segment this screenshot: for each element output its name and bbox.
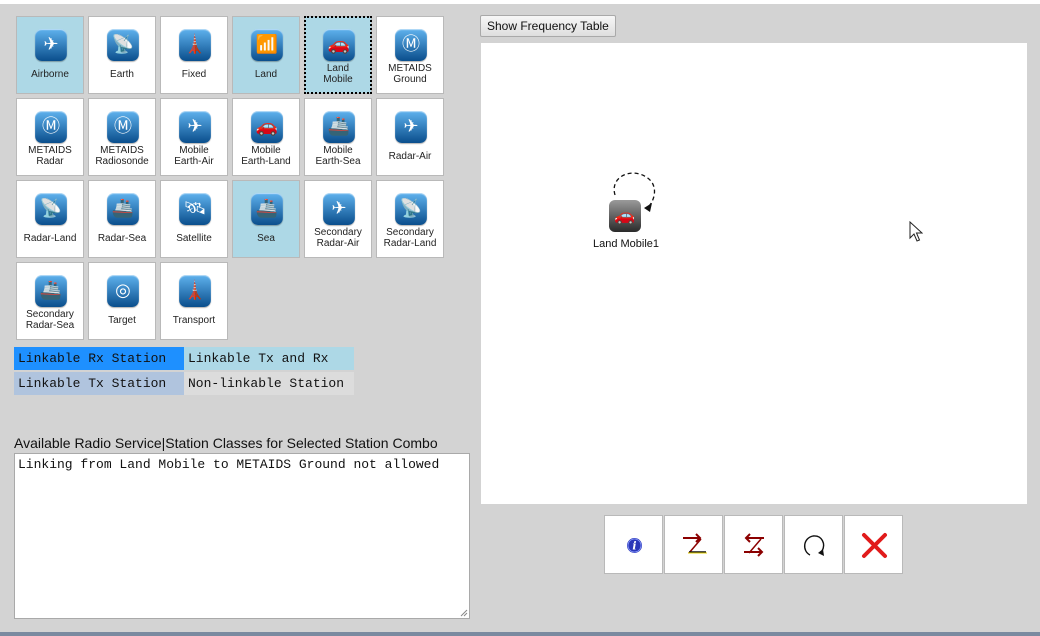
- station-node-label: Land Mobile1: [592, 238, 660, 250]
- radar-air-icon: ✈: [395, 111, 427, 143]
- station-tile-metaids-radar[interactable]: Ⓜ METAIDS Radar: [16, 98, 84, 176]
- window-top-border: [0, 0, 1040, 4]
- station-tile-label: Secondary Radar-Sea: [25, 309, 75, 331]
- satellite-dish-icon: 📡: [107, 29, 139, 61]
- metaids-ground-icon: Ⓜ: [395, 29, 427, 61]
- station-tile-label: Land: [254, 69, 278, 80]
- loop-arrow-icon: [804, 535, 825, 556]
- link-forward-button[interactable]: [664, 515, 723, 574]
- station-tile-mobile-earth-air[interactable]: ✈ Mobile Earth-Air: [160, 98, 228, 176]
- station-tile-label: Mobile Earth-Air: [174, 145, 214, 167]
- mobile-earth-land-icon: 🚗: [251, 111, 283, 143]
- station-tile-label: METAIDS Radar: [28, 145, 72, 167]
- secondary-radar-sea-icon: 🚢: [35, 275, 67, 307]
- window-bottom-border: [0, 632, 1040, 636]
- station-tile-label: Sea: [257, 233, 275, 244]
- station-tile-metaids-ground[interactable]: Ⓜ METAIDS Ground: [376, 16, 444, 94]
- station-tile-target[interactable]: ◎ Target: [88, 262, 156, 340]
- mobile-earth-air-icon: ✈: [179, 111, 211, 143]
- delete-button[interactable]: [844, 515, 903, 574]
- car-icon: 🚗: [323, 29, 355, 61]
- ship-icon: 🚢: [251, 193, 283, 225]
- station-tile-land[interactable]: 📶 Land: [232, 16, 300, 94]
- car-icon: 🚗: [614, 206, 636, 226]
- station-tile-metaids-radiosonde[interactable]: Ⓜ METAIDS Radiosonde: [88, 98, 156, 176]
- self-link-button[interactable]: [784, 515, 843, 574]
- station-tile-secondary-radar-land[interactable]: 📡 Secondary Radar-Land: [376, 180, 444, 258]
- station-tile-mobile-earth-sea[interactable]: 🚢 Mobile Earth-Sea: [304, 98, 372, 176]
- legend-linkable-rx: Linkable Rx Station: [14, 347, 184, 370]
- link-reverse-button[interactable]: [724, 515, 783, 574]
- station-tile-radar-air[interactable]: ✈ Radar-Air: [376, 98, 444, 176]
- legend-non-linkable: Non-linkable Station: [184, 372, 354, 395]
- link-reverse-icon: [744, 533, 764, 557]
- mouse-cursor-icon: [909, 221, 923, 242]
- info-title: Available Radio Service|Station Classes …: [14, 435, 438, 451]
- station-tile-secondary-radar-sea[interactable]: 🚢 Secondary Radar-Sea: [16, 262, 84, 340]
- station-tile-label: Mobile Earth-Sea: [315, 145, 361, 167]
- secondary-radar-land-icon: 📡: [395, 193, 427, 225]
- show-frequency-table-button[interactable]: Show Frequency Table: [480, 15, 616, 37]
- svg-text:i: i: [632, 540, 636, 553]
- station-type-palette: ✈ Airborne 📡 Earth 🗼 Fixed 📶 Land 🚗 Land Mobile Ⓜ ME…: [16, 16, 448, 346]
- land-antenna-icon: 📶: [251, 29, 283, 61]
- radiosonde-balloon-icon: Ⓜ: [107, 111, 139, 143]
- link-canvas[interactable]: 🚗 Land Mobile1: [481, 43, 1027, 504]
- info-button[interactable]: i: [604, 515, 663, 574]
- station-tile-label: Secondary Radar-Land: [383, 227, 437, 249]
- station-tile-airborne[interactable]: ✈ Airborne: [16, 16, 84, 94]
- resize-grip-icon[interactable]: [460, 609, 468, 617]
- station-tile-radar-land[interactable]: 📡 Radar-Land: [16, 180, 84, 258]
- station-tile-transport[interactable]: 🗼 Transport: [160, 262, 228, 340]
- station-tile-satellite[interactable]: 🛰 Satellite: [160, 180, 228, 258]
- station-tile-label: Earth: [110, 69, 134, 80]
- station-tile-label: Radar-Land: [23, 233, 77, 244]
- red-x-icon: [862, 533, 887, 558]
- station-tile-land-mobile[interactable]: 🚗 Land Mobile: [304, 16, 372, 94]
- station-tile-label: Radar-Air: [388, 151, 432, 162]
- station-tile-label: Target: [108, 315, 136, 326]
- station-tile-label: Secondary Radar-Air: [314, 227, 362, 249]
- station-tile-label: METAIDS Ground: [388, 63, 432, 85]
- station-tile-label: Satellite: [176, 233, 212, 244]
- secondary-radar-air-icon: ✈: [323, 193, 355, 225]
- info-textarea[interactable]: Linking from Land Mobile to METAIDS Grou…: [14, 453, 470, 619]
- transport-antenna-icon: 🗼: [179, 275, 211, 307]
- station-tile-label: Radar-Sea: [97, 233, 147, 244]
- station-tile-secondary-radar-air[interactable]: ✈ Secondary Radar-Air: [304, 180, 372, 258]
- antenna-tower-icon: 🗼: [179, 29, 211, 61]
- station-tile-label: Mobile Earth-Land: [241, 145, 291, 167]
- station-tile-label: Land Mobile: [323, 63, 353, 85]
- info-icon: i: [627, 538, 642, 553]
- satellite-icon: 🛰: [179, 193, 211, 225]
- airplane-icon: ✈: [35, 29, 67, 61]
- station-tile-radar-sea[interactable]: 🚢 Radar-Sea: [88, 180, 156, 258]
- station-tile-sea[interactable]: 🚢 Sea: [232, 180, 300, 258]
- radar-land-icon: 📡: [35, 193, 67, 225]
- station-node[interactable]: 🚗: [609, 200, 641, 232]
- legend-linkable-tx-rx: Linkable Tx and Rx: [184, 347, 354, 370]
- station-tile-fixed[interactable]: 🗼 Fixed: [160, 16, 228, 94]
- station-tile-earth[interactable]: 📡 Earth: [88, 16, 156, 94]
- target-icon: ◎: [107, 275, 139, 307]
- station-tile-label: Airborne: [31, 69, 69, 80]
- metaids-radar-icon: Ⓜ: [35, 111, 67, 143]
- station-tile-label: METAIDS Radiosonde: [95, 145, 149, 167]
- station-tile-label: Fixed: [181, 69, 207, 80]
- legend-linkable-tx: Linkable Tx Station: [14, 372, 184, 395]
- link-forward-icon: [683, 533, 707, 554]
- radar-sea-icon: 🚢: [107, 193, 139, 225]
- station-tile-label: Transport: [172, 315, 216, 326]
- station-tile-mobile-earth-land[interactable]: 🚗 Mobile Earth-Land: [232, 98, 300, 176]
- mobile-earth-sea-icon: 🚢: [323, 111, 355, 143]
